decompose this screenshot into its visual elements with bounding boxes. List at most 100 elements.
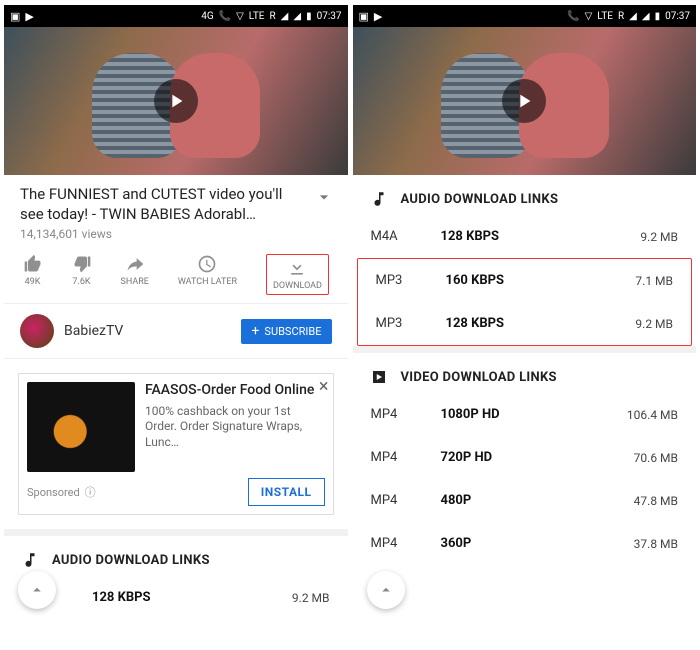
subscribe-label: SUBSCRIBE	[264, 325, 321, 338]
video-metadata: The FUNNIEST and CUTEST video you'll see…	[4, 175, 348, 245]
download-row[interactable]: MP4 480P 47.8 MB	[353, 479, 697, 522]
video-icon	[369, 367, 389, 387]
net-4g-icon: 4G	[201, 11, 213, 22]
view-count: 14,134,601 views	[20, 227, 332, 241]
wifi-call-icon: 📞	[567, 11, 579, 22]
dislike-count: 7.6K	[72, 277, 90, 287]
download-row[interactable]: MP4 360P 37.8 MB	[353, 522, 697, 565]
video-section-header: VIDEO DOWNLOAD LINKS	[353, 353, 697, 393]
play-button[interactable]	[154, 79, 198, 123]
video-thumbnail[interactable]	[4, 27, 348, 175]
download-row[interactable]: MP4 1080P HD 106.4 MB	[353, 393, 697, 436]
play-store-icon: ▶	[25, 10, 33, 23]
wifi-icon: ▽	[236, 11, 244, 22]
video-title[interactable]: The FUNNIEST and CUTEST video you'll see…	[20, 185, 332, 224]
ad-image	[27, 382, 135, 472]
format-label: MP4	[371, 407, 441, 422]
lte-label: LTE	[597, 11, 613, 22]
download-row[interactable]: MP4 720P HD 70.6 MB	[353, 436, 697, 479]
status-bar: ▣ ▶ 📞 ▽ LTE R ◢ ◢ ▮ 07:37	[353, 5, 697, 27]
signal-icon: ◢	[281, 11, 289, 22]
gallery-icon: ▣	[10, 10, 20, 23]
music-note-icon	[369, 189, 389, 209]
clock: 07:37	[317, 11, 342, 22]
roam-label: R	[270, 11, 276, 22]
quality-label: 480P	[441, 493, 634, 508]
audio-header-label: AUDIO DOWNLOAD LINKS	[52, 553, 210, 568]
download-row[interactable]: M4A 128 KBPS 9.2 MB	[353, 215, 697, 258]
download-row[interactable]: MP3 160 KBPS 7.1 MB	[358, 259, 692, 302]
download-row[interactable]: MP3 128 KBPS 9.2 MB	[358, 302, 692, 345]
size-label: 70.6 MB	[634, 451, 678, 465]
dislike-button[interactable]: 7.6K	[72, 254, 92, 295]
phone-right: ▣ ▶ 📞 ▽ LTE R ◢ ◢ ▮ 07:37	[353, 5, 697, 619]
status-bar: ▣ ▶ 4G 📞 ▽ LTE R ◢ ◢ ▮ 07:37	[4, 5, 348, 27]
size-label: 9.2 MB	[635, 317, 673, 331]
format-label: MP3	[376, 316, 446, 331]
wifi-call-icon: 📞	[219, 11, 231, 22]
clock: 07:37	[665, 11, 690, 22]
watch-later-label: WATCH LATER	[178, 277, 237, 287]
channel-name: BabiezTV	[64, 323, 231, 339]
lte-label: LTE	[249, 11, 265, 22]
quality-label: 128 KBPS	[441, 229, 641, 244]
format-label: MP4	[371, 450, 441, 465]
ad-description: 100% cashback on your 1st Order. Order S…	[145, 404, 325, 451]
size-label: 9.2 MB	[640, 230, 678, 244]
signal-icon: ◢	[629, 11, 637, 22]
audio-section-header: AUDIO DOWNLOAD LINKS	[353, 175, 697, 215]
format-label: M4A	[371, 229, 441, 244]
size-label: 37.8 MB	[634, 537, 678, 551]
music-note-icon	[20, 550, 40, 570]
quality-label: 160 KBPS	[446, 273, 636, 288]
video-header-label: VIDEO DOWNLOAD LINKS	[401, 370, 557, 385]
highlighted-audio-rows: MP3 160 KBPS 7.1 MB MP3 128 KBPS 9.2 MB	[357, 258, 693, 346]
format-label: MP4	[371, 493, 441, 508]
info-icon[interactable]: ⓘ	[85, 484, 96, 500]
audio-header-label: AUDIO DOWNLOAD LINKS	[401, 192, 559, 207]
quality-label: 128 KBPS	[92, 590, 292, 605]
download-row[interactable]: M4A 128 KBPS 9.2 MB	[4, 576, 348, 619]
quality-label: 360P	[441, 536, 634, 551]
roam-label: R	[618, 11, 624, 22]
size-label: 9.2 MB	[292, 591, 330, 605]
gallery-icon: ▣	[359, 10, 369, 23]
signal-icon: ◢	[642, 11, 650, 22]
play-store-icon: ▶	[374, 10, 382, 23]
sponsored-label: Sponsored ⓘ	[27, 484, 96, 500]
sponsored-card[interactable]: × FAASOS-Order Food Online 100% cashback…	[18, 373, 334, 515]
share-label: SHARE	[121, 277, 149, 287]
install-button[interactable]: INSTALL	[248, 478, 325, 506]
battery-icon: ▮	[306, 11, 312, 22]
quality-label: 128 KBPS	[446, 316, 636, 331]
share-button[interactable]: SHARE	[121, 254, 149, 295]
watch-later-button[interactable]: WATCH LATER	[178, 254, 237, 295]
scroll-top-fab[interactable]	[18, 571, 56, 609]
format-label: MP4	[371, 536, 441, 551]
size-label: 7.1 MB	[635, 274, 673, 288]
download-button[interactable]: DOWNLOAD	[266, 254, 329, 295]
phone-left: ▣ ▶ 4G 📞 ▽ LTE R ◢ ◢ ▮ 07:37	[4, 5, 348, 619]
chevron-down-icon[interactable]	[314, 187, 334, 213]
format-label: MP3	[376, 273, 446, 288]
play-button[interactable]	[502, 79, 546, 123]
audio-section-header: AUDIO DOWNLOAD LINKS	[4, 536, 348, 576]
channel-avatar[interactable]	[20, 314, 54, 348]
like-button[interactable]: 49K	[23, 254, 43, 295]
quality-label: 1080P HD	[441, 407, 627, 422]
subscribe-button[interactable]: +SUBSCRIBE	[241, 319, 331, 344]
action-bar: 49K 7.6K SHARE WATCH LATER DOWNLOAD	[4, 245, 348, 303]
size-label: 47.8 MB	[634, 494, 678, 508]
video-thumbnail[interactable]	[353, 27, 697, 175]
scroll-top-fab[interactable]	[367, 571, 405, 609]
signal-icon: ◢	[293, 11, 301, 22]
like-count: 49K	[25, 277, 41, 287]
size-label: 106.4 MB	[627, 408, 678, 422]
battery-icon: ▮	[655, 11, 661, 22]
close-icon[interactable]: ×	[319, 376, 329, 397]
ad-title: FAASOS-Order Food Online	[145, 382, 325, 400]
video-title-text: The FUNNIEST and CUTEST video you'll see…	[20, 185, 282, 223]
channel-row[interactable]: BabiezTV +SUBSCRIBE	[4, 303, 348, 359]
wifi-icon: ▽	[585, 11, 593, 22]
download-label: DOWNLOAD	[273, 281, 322, 291]
